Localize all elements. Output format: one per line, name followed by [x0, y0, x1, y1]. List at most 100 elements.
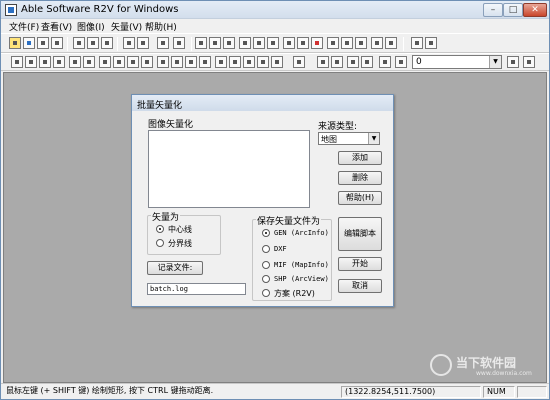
arrow-down-icon[interactable] [283, 37, 295, 49]
point-icon[interactable] [355, 37, 367, 49]
delete-button[interactable]: 删除 [338, 171, 382, 185]
open-folder-icon[interactable] [9, 37, 21, 49]
gen-radio[interactable] [262, 229, 270, 237]
help-question-icon[interactable] [411, 37, 423, 49]
save-vector-icon[interactable] [51, 37, 63, 49]
redraw-icon[interactable] [123, 37, 135, 49]
menu-view[interactable]: 查看(V) [41, 20, 72, 33]
edit-polyline-icon[interactable] [171, 56, 183, 68]
edit-align-icon[interactable] [395, 56, 407, 68]
area-fill-icon[interactable] [327, 37, 339, 49]
edit-extend-icon[interactable] [113, 56, 125, 68]
layer-select[interactable]: 0 ▼ [412, 55, 502, 69]
edit-sort-icon[interactable] [271, 56, 283, 68]
log-file-input[interactable] [147, 283, 246, 295]
add-button[interactable]: 添加 [338, 151, 382, 165]
edit-scale-icon[interactable] [361, 56, 373, 68]
batch-vectorize-dialog: 批量矢量化 图像矢量化 来源类型: 地图 ▼ 添加 删除 帮助(H) 矢量为 中… [131, 94, 394, 307]
help-button[interactable]: 帮助(H) [338, 191, 382, 205]
edit-move-icon[interactable] [53, 56, 65, 68]
node-icon[interactable] [297, 37, 309, 49]
menu-file[interactable]: 文件(F) [9, 20, 39, 33]
edit-arc-icon[interactable] [199, 56, 211, 68]
edit-split-icon[interactable] [69, 56, 81, 68]
menu-help[interactable]: 帮助(H) [145, 20, 177, 33]
line-join-icon[interactable] [253, 37, 265, 49]
save-icon[interactable] [23, 37, 35, 49]
shp-label[interactable]: SHP (ArcView) [274, 275, 329, 283]
edit-node-icon[interactable] [39, 56, 51, 68]
outline-radio[interactable] [156, 239, 164, 247]
edit-rect-icon[interactable] [157, 56, 169, 68]
frame-node-icon[interactable] [385, 37, 397, 49]
watermark-url: www.downxia.com [476, 370, 532, 377]
edit-script-button[interactable]: 编辑脚本 [338, 217, 382, 251]
stop-icon[interactable] [311, 37, 323, 49]
zoom-in-icon[interactable] [73, 37, 85, 49]
line-split-icon[interactable] [267, 37, 279, 49]
chevron-down-icon[interactable]: ▼ [489, 56, 501, 68]
edit-curve-icon[interactable] [25, 56, 37, 68]
maximize-button[interactable]: □ [503, 3, 523, 17]
image-file-list[interactable] [148, 130, 310, 208]
save-image-icon[interactable] [37, 37, 49, 49]
centerline-radio[interactable] [156, 225, 164, 233]
dxf-label[interactable]: DXF [274, 245, 287, 253]
main-toolbar [1, 33, 549, 53]
grid-icon[interactable] [195, 37, 207, 49]
edit-mirror-icon[interactable] [331, 56, 343, 68]
centerline-label[interactable]: 中心线 [168, 224, 192, 235]
minimize-button[interactable]: – [483, 3, 503, 17]
edit-rotate-icon[interactable] [347, 56, 359, 68]
context-help-icon[interactable] [425, 37, 437, 49]
edit-break-icon[interactable] [99, 56, 111, 68]
edit-simplify-icon[interactable] [229, 56, 241, 68]
project-radio[interactable] [262, 289, 270, 297]
dialog-title-bar[interactable]: 批量矢量化 [132, 95, 393, 111]
zoom-out-icon[interactable] [87, 37, 99, 49]
edit-label-icon[interactable] [243, 56, 255, 68]
start-button[interactable]: 开始 [338, 257, 382, 271]
grid-select-icon[interactable] [209, 37, 221, 49]
mif-label[interactable]: MIF (MapInfo) [274, 261, 329, 269]
edit-attribute-icon[interactable] [257, 56, 269, 68]
menu-vector[interactable]: 矢量(V) [111, 20, 142, 33]
project-label[interactable]: 方案 (R2V) [274, 288, 315, 299]
mif-radio[interactable] [262, 261, 270, 269]
watermark-text: 当下软件园 [456, 356, 517, 370]
cancel-button[interactable]: 取消 [338, 279, 382, 293]
menu-bar: 文件(F) 查看(V) 图像(I) 矢量(V) 帮助(H) [1, 19, 549, 33]
edit-box-icon[interactable] [141, 56, 153, 68]
text-icon[interactable] [293, 56, 305, 68]
status-num-lock: NUM [483, 386, 515, 398]
node-select-icon[interactable] [157, 37, 169, 49]
log-file-button[interactable]: 记录文件: [147, 261, 203, 275]
status-bar: 鼠标左键 (+ SHIFT 键) 绘制矩形, 按下 CTRL 键拖动距离. (1… [1, 383, 549, 399]
fit-view-icon[interactable] [223, 37, 235, 49]
frame-icon[interactable] [371, 37, 383, 49]
edit-join-icon[interactable] [83, 56, 95, 68]
edit-line-icon[interactable] [11, 56, 23, 68]
shp-radio[interactable] [262, 275, 270, 283]
layer-settings-icon[interactable] [523, 56, 535, 68]
title-bar[interactable]: Able Software R2V for Windows – □ ✕ [1, 1, 549, 19]
area-grid-icon[interactable] [341, 37, 353, 49]
pointer-icon[interactable] [137, 37, 149, 49]
edit-offset-icon[interactable] [379, 56, 391, 68]
menu-image[interactable]: 图像(I) [77, 20, 105, 33]
outline-label[interactable]: 分界线 [168, 238, 192, 249]
edit-snap-icon[interactable] [317, 56, 329, 68]
keyboard-icon[interactable] [173, 37, 185, 49]
dxf-radio[interactable] [262, 245, 270, 253]
edit-polygon-icon[interactable] [185, 56, 197, 68]
close-button[interactable]: ✕ [523, 3, 547, 17]
status-blank [517, 386, 547, 398]
chevron-down-icon[interactable]: ▼ [368, 133, 379, 144]
layer-list-icon[interactable] [507, 56, 519, 68]
edit-smooth-icon[interactable] [215, 56, 227, 68]
line-end-icon[interactable] [239, 37, 251, 49]
gen-label[interactable]: GEN (ArcInfo) [274, 229, 329, 237]
source-type-select[interactable]: 地图 ▼ [318, 132, 380, 145]
edit-trim-icon[interactable] [127, 56, 139, 68]
zoom-window-icon[interactable] [101, 37, 113, 49]
